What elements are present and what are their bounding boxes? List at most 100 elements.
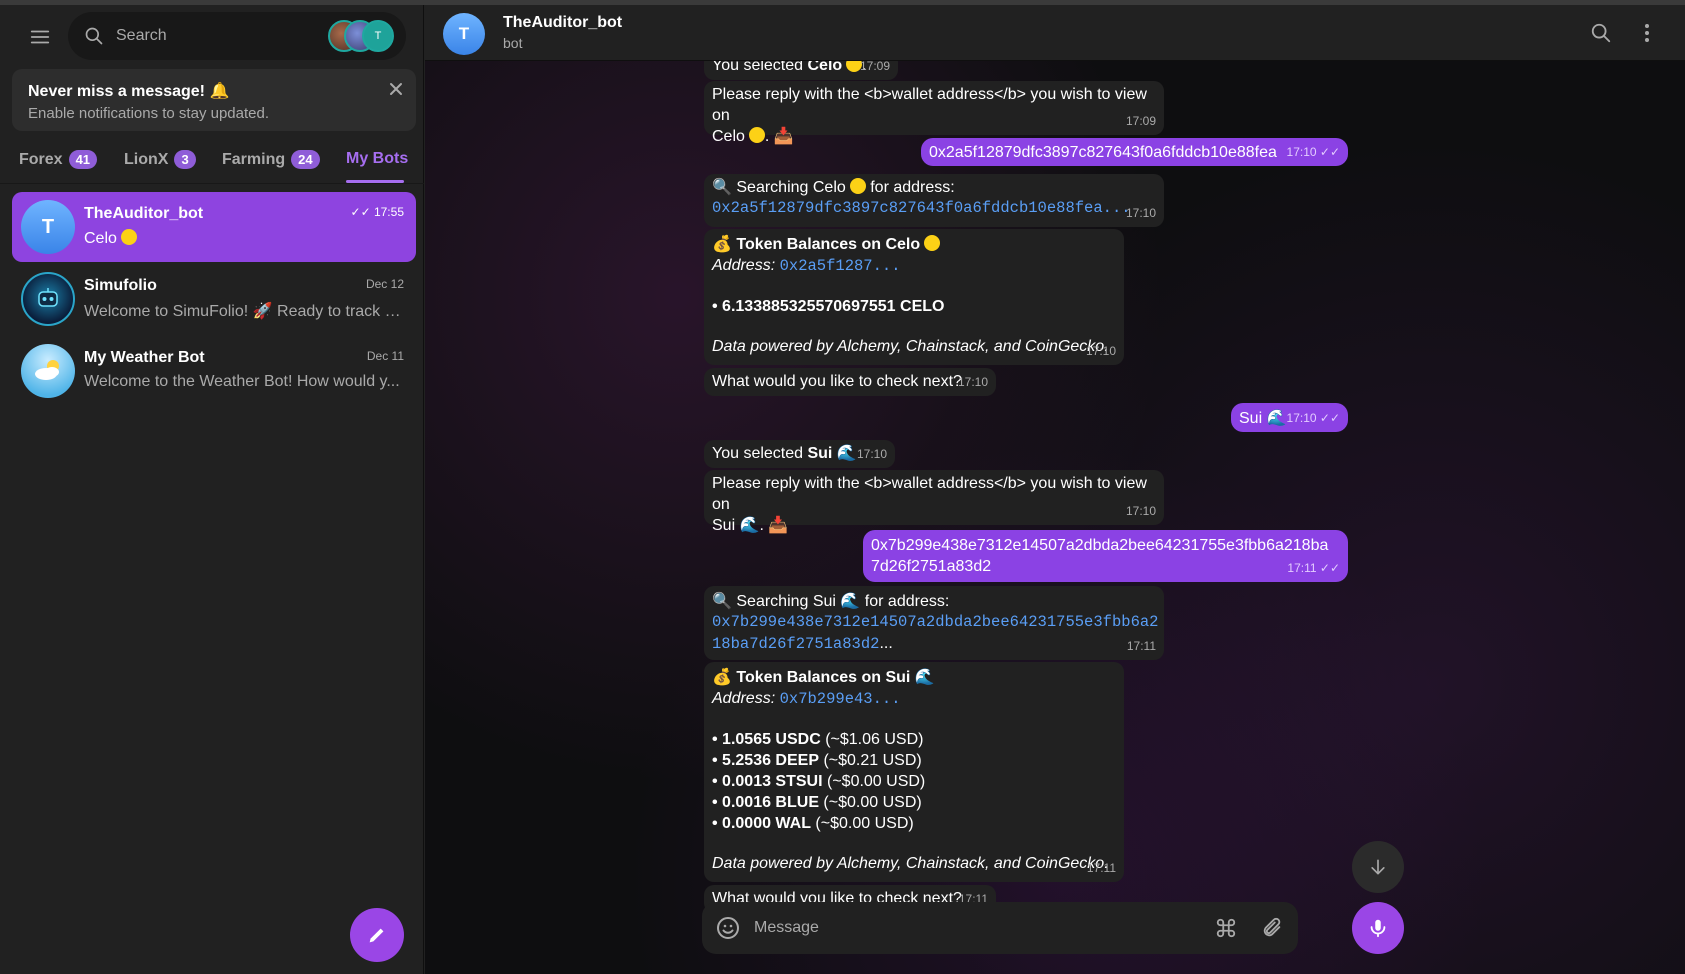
balance-usd: (~$0.00 USD) [818,794,922,811]
balance-line: • 0.0016 BLUE (~$0.00 USD) [712,792,1116,813]
message-text: Celo [712,128,745,145]
avatar[interactable]: T [443,13,485,55]
emoji-button[interactable] [716,916,740,940]
sidebar: T Never miss a message! 🔔 Enable notific… [0,5,424,974]
balance-line: • 6.133885325570697551 CELO [712,298,945,315]
chat-title[interactable]: TheAuditor_bot [503,14,622,32]
message-title: 💰 Token Balances on Sui 🌊 [712,669,935,686]
message-time: 17:10 [856,447,887,461]
attach-button[interactable] [1260,916,1284,940]
chat-name: Simufolio [84,277,157,294]
emoji-icon [717,917,739,939]
close-icon [390,83,402,95]
folder-tabs: Forex 41 LionX 3 Farming 24 My Bots [0,140,424,184]
chat-item-theauditor-bot[interactable]: T TheAuditor_bot Celo ✓✓ 17:55 [12,192,416,262]
stories-avatars[interactable]: T [328,20,394,52]
balance-amount: • 0.0013 STSUI [712,773,823,790]
message-text: 🔍 Searching Sui 🌊 for address: [712,593,950,610]
message-text-line1: 🔍 Searching Celo for address: [712,177,1156,198]
robot-logo-icon [38,288,58,307]
message-bubble: Please reply with the <b>wallet address<… [704,81,1164,145]
tab-my-bots[interactable]: My Bots [346,150,408,168]
message-time: 17:10 [1125,504,1156,518]
arrow-down-icon [1371,859,1385,875]
message-bubble-outgoing: Sui 🌊 17:10 ✓✓ [1231,403,1348,432]
message-bubble: Please reply with the <b>wallet address<… [704,470,1164,534]
tab-farming[interactable]: Farming 24 [222,150,320,169]
attach-icon [1263,917,1281,937]
notification-banner[interactable]: Never miss a message! 🔔 Enable notificat… [12,69,416,131]
voice-record-button[interactable] [1352,902,1404,954]
new-message-button[interactable] [350,908,404,962]
wallet-address-link[interactable]: 0x7b299e438e7312e14507a2dbda2bee64231755… [712,612,1158,633]
menu-button[interactable] [19,16,61,58]
message-input[interactable] [754,902,1194,954]
message-bold: Sui [807,445,833,462]
message-time-text: 17:10 [1286,145,1317,159]
message-bubble-outgoing: 0x2a5f12879dfc3897c827643f0a6fddcb10e88f… [921,138,1348,166]
avatar [21,272,75,326]
wallet-address-link[interactable]: 18ba7d26f2751a83d2 [712,635,879,653]
scroll-to-bottom-button[interactable] [1352,841,1404,893]
address-line: Address: 0x7b299e43... [712,688,1116,710]
tab-label: My Bots [346,150,409,167]
message-footer: Data powered by Alchemy, Chainstack, and… [712,855,1109,872]
pencil-icon [369,928,384,943]
tab-forex[interactable]: Forex 41 [19,150,98,169]
tab-lionx[interactable]: LionX 3 [124,150,196,169]
notification-close-button[interactable] [386,79,406,99]
tab-label: Forex [19,150,63,168]
chat-last-message: Welcome to SimuFolio! 🚀 Ready to track y… [84,303,404,320]
message-time: 17:11 [1086,861,1116,875]
chat-item-simufolio[interactable]: Simufolio Welcome to SimuFolio! 🚀 Ready … [12,264,416,334]
microphone-icon [1370,919,1386,938]
chat-time: Dec 11 [366,349,404,363]
notification-title: Never miss a message! 🔔 [28,83,230,100]
search-input[interactable] [116,12,316,60]
wallet-address-link[interactable]: 0x2a5f12879dfc3897c827643f0a6fddcb10e88f… [712,198,1156,219]
search-chat-button[interactable] [1587,19,1615,47]
message-time: 17:10 ✓✓ [1287,408,1340,429]
read-ticks-icon: ✓✓ [1319,411,1340,425]
weather-cloud-icon [35,360,59,380]
message-bubble: 💰 Token Balances on Celo Address: 0x2a5f… [704,229,1124,365]
message-bubble: You selected Sui 🌊 17:10 [704,440,895,468]
message-bubble: 💰 Token Balances on Sui 🌊 Address: 0x7b2… [704,662,1124,882]
message-text: 🌊 [832,445,857,462]
balance-usd: (~$0.00 USD) [822,773,926,790]
message-text: Sui 🌊 [1239,410,1287,427]
bot-commands-button[interactable] [1214,916,1238,940]
tab-label: Farming [222,150,286,168]
address-label: Address: [712,690,776,707]
balance-amount: • 0.0000 WAL [712,815,811,832]
chat-header[interactable]: T TheAuditor_bot bot [425,5,1685,61]
more-options-button[interactable] [1633,19,1661,47]
search-box[interactable]: T [68,12,406,60]
message-text: ... [879,635,893,652]
unread-badge: 24 [291,150,320,169]
message-time: 17:10 [1085,344,1116,358]
message-footer: Data powered by Alchemy, Chainstack, and… [712,338,1109,355]
message-text: for address: [870,179,955,196]
menu-icon [30,30,50,44]
chat-time: Dec 12 [365,277,404,291]
story-avatar[interactable]: T [362,20,394,52]
message-title: 💰 Token Balances on Celo [712,234,1116,255]
message-text: Please reply with the <b>wallet address<… [712,86,1147,124]
wallet-address-link[interactable]: 0x2a5f1287... [780,257,901,275]
tab-label: LionX [124,150,169,168]
message-time: 17:09 [1125,114,1156,128]
active-tab-indicator [346,180,404,183]
read-ticks-icon: ✓✓ [1319,561,1340,575]
avatar-initial: T [41,215,55,238]
unread-badge: 41 [68,150,98,169]
command-icon [1216,918,1236,938]
balance-line: • 0.0000 WAL (~$0.00 USD) [712,813,1116,834]
chat-item-my-weather-bot[interactable]: My Weather Bot Welcome to the Weather Bo… [12,336,416,406]
chat-name: My Weather Bot [84,349,205,366]
chat-last-message: Celo [84,229,404,248]
wallet-address-link[interactable]: 0x7b299e43... [780,690,901,708]
